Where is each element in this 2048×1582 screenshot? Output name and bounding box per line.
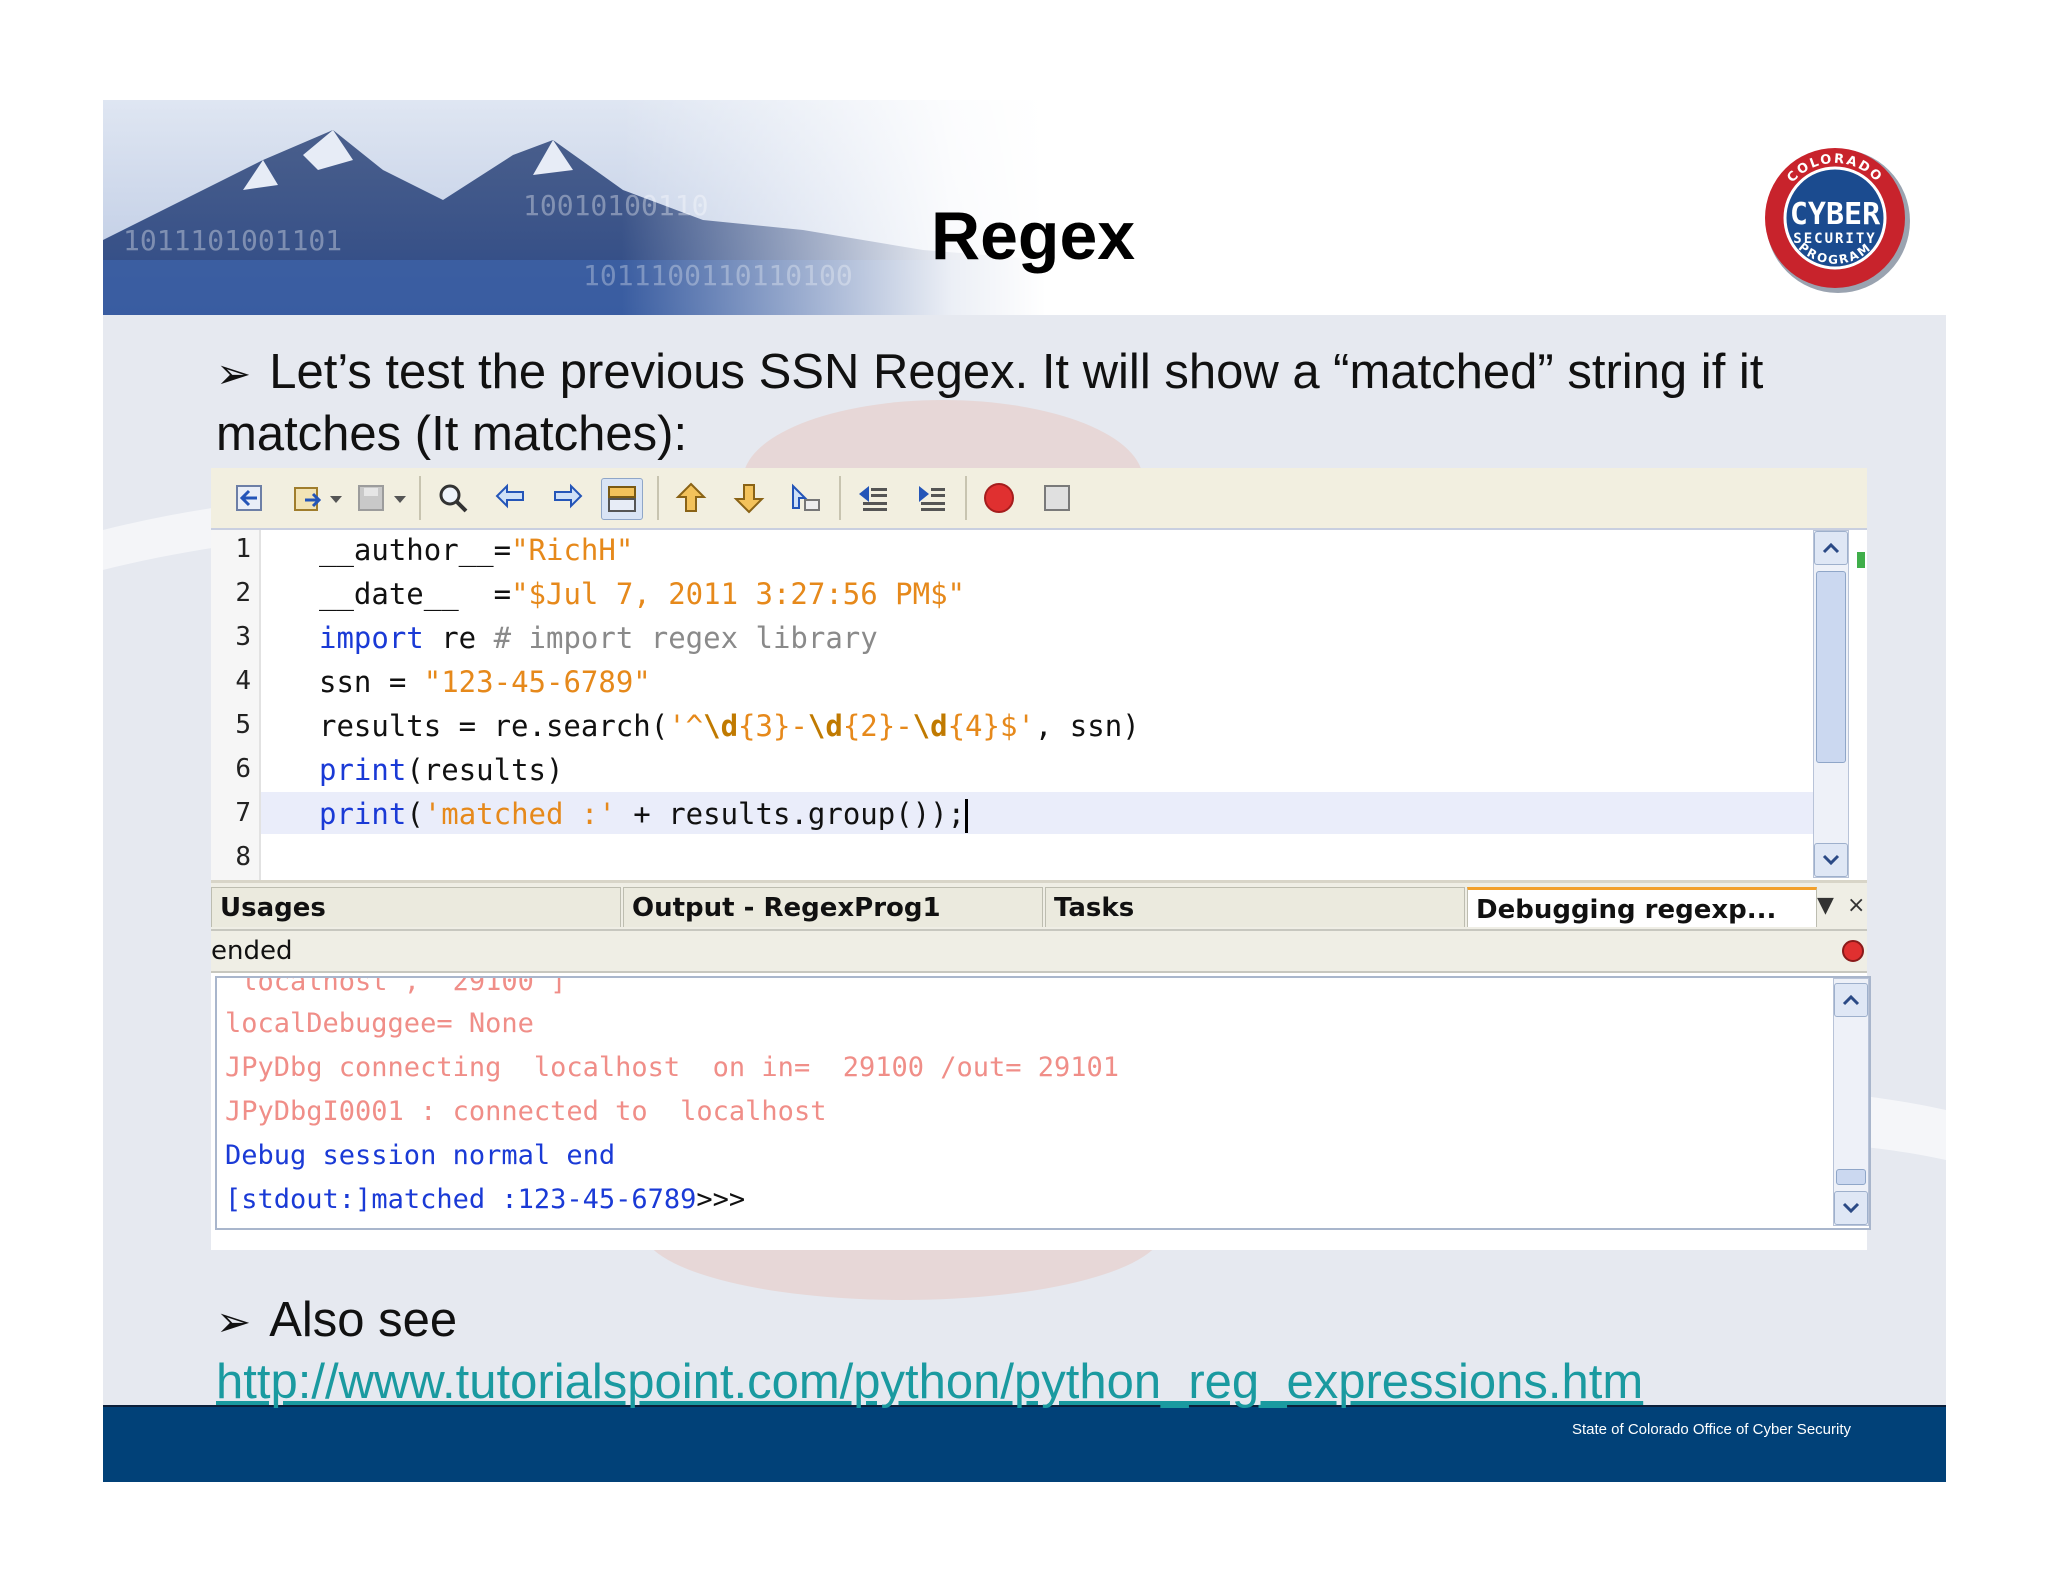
next-bookmark-icon[interactable] — [729, 478, 769, 518]
line-number: 2 — [235, 578, 251, 608]
find-icon[interactable] — [433, 478, 473, 518]
error-stripe-marker — [1857, 552, 1865, 568]
code-line-5: results = re.search('^\d{3}-\d{2}-\d{4}$… — [319, 709, 1140, 743]
previous-bookmark-icon[interactable] — [671, 478, 711, 518]
tab-usages[interactable]: Usages — [211, 887, 621, 927]
dropdown-icon[interactable] — [327, 478, 345, 518]
line-number: 3 — [235, 622, 251, 652]
console-line: localDebuggee= None — [225, 1008, 534, 1039]
shift-left-icon[interactable] — [853, 478, 893, 518]
line-number-gutter: 1 2 3 4 5 6 7 8 — [211, 530, 261, 880]
ide-screenshot: 1 2 3 4 5 6 7 8 __author__="RichH" __dat… — [211, 468, 1871, 1250]
toolbar-separator — [657, 476, 659, 520]
line-number: 6 — [235, 754, 251, 784]
dropdown-icon[interactable] — [391, 478, 409, 518]
colorado-cyber-security-logo: COLORADO PROGRAM CYBER SECURITY — [1765, 148, 1910, 293]
slide: 1011101001101 10010100110 10111001101101… — [103, 100, 1946, 1482]
editor-scrollbar[interactable] — [1813, 530, 1849, 878]
scroll-thumb[interactable] — [1836, 1169, 1866, 1185]
logo-sub-text: SECURITY — [1793, 231, 1876, 247]
status-text: ended — [211, 936, 293, 966]
toggle-bookmark-icon[interactable] — [785, 478, 825, 518]
mountain-banner: 1011101001101 10010100110 10111001101101… — [103, 100, 1046, 315]
debug-status-strip: ended — [211, 931, 1867, 973]
toolbar-separator — [419, 476, 421, 520]
text-cursor — [965, 799, 969, 833]
toggle-highlight-icon[interactable] — [601, 478, 643, 520]
line-number: 4 — [235, 666, 251, 696]
line-number: 8 — [235, 842, 251, 872]
line-number: 7 — [235, 798, 251, 828]
toolbar-separator — [839, 476, 841, 520]
find-previous-icon[interactable] — [491, 478, 531, 518]
console-line: Debug session normal end — [225, 1140, 616, 1171]
code-line-3: import re # import regex library — [319, 621, 878, 655]
record-macro-icon[interactable] — [979, 478, 1019, 518]
toolbar-separator — [965, 476, 967, 520]
code-line-4: ssn = "123-45-6789" — [319, 665, 651, 699]
tab-menu-icon[interactable]: ▼ — [1817, 893, 1834, 918]
bullet-also-see: ➢ Also see — [216, 1290, 1916, 1352]
tab-tasks[interactable]: Tasks — [1045, 887, 1465, 927]
code-editor[interactable]: 1 2 3 4 5 6 7 8 __author__="RichH" __dat… — [211, 530, 1867, 883]
scroll-down-icon[interactable] — [1814, 843, 1848, 877]
console-line: 'localhost', '29100'] — [225, 976, 567, 997]
debug-console[interactable]: 'localhost', '29100'] localDebuggee= Non… — [215, 976, 1871, 1230]
scroll-down-icon[interactable] — [1834, 1191, 1868, 1225]
stop-debug-icon[interactable] — [1841, 939, 1865, 963]
bullet-intro: ➢ Let’s test the previous SSN Regex. It w… — [216, 342, 1916, 464]
scroll-up-icon[interactable] — [1834, 983, 1868, 1017]
banner-fade — [103, 100, 1046, 315]
scroll-up-icon[interactable] — [1814, 531, 1848, 565]
scroll-thumb[interactable] — [1816, 571, 1846, 763]
code-line-6: print(results) — [319, 753, 564, 787]
slide-title: Regex — [931, 198, 1136, 274]
line-number: 5 — [235, 710, 251, 740]
slide-footer: State of Colorado Office of Cyber Securi… — [103, 1405, 1946, 1482]
footer-text: State of Colorado Office of Cyber Securi… — [1571, 1421, 1851, 1438]
tab-output[interactable]: Output - RegexProg1 — [623, 887, 1043, 927]
tutorial-link[interactable]: http://www.tutorialspoint.com/python/pyt… — [216, 1350, 1643, 1414]
shift-right-icon[interactable] — [911, 478, 951, 518]
tab-close-icon[interactable]: × — [1847, 893, 1865, 918]
output-tabs: Usages Output - RegexProg1 Tasks Debuggi… — [211, 883, 1867, 931]
code-line-7: print('matched :' + results.group()); — [319, 794, 969, 834]
console-line: JPyDbg connecting localhost on in= 29100… — [225, 1052, 1120, 1083]
console-scrollbar[interactable] — [1833, 978, 1869, 1226]
bullet-arrow-icon: ➢ — [216, 350, 252, 397]
logo-main-text: CYBER — [1790, 197, 1881, 232]
save-all-icon[interactable] — [351, 478, 391, 518]
tab-debugging[interactable]: Debugging regexp... — [1467, 887, 1817, 927]
editor-toolbar — [211, 468, 1867, 530]
back-icon[interactable] — [231, 478, 271, 518]
console-stdout-line: [stdout:]matched :123-45-6789>>> — [225, 1184, 746, 1215]
line-number: 1 — [235, 534, 251, 564]
find-next-icon[interactable] — [547, 478, 587, 518]
code-line-2: __date__ ="$Jul 7, 2011 3:27:56 PM$" — [319, 577, 966, 611]
open-project-icon[interactable] — [289, 478, 329, 518]
bullet-intro-text: Let’s test the previous SSN Regex. It wi… — [216, 345, 1764, 461]
bullet-arrow-icon: ➢ — [216, 1298, 252, 1345]
stop-macro-icon[interactable] — [1037, 478, 1077, 518]
console-line: JPyDbgI0001 : connected to localhost — [225, 1096, 827, 1127]
code-line-1: __author__="RichH" — [319, 533, 634, 567]
bullet-also-see-text: Also see — [269, 1293, 458, 1347]
